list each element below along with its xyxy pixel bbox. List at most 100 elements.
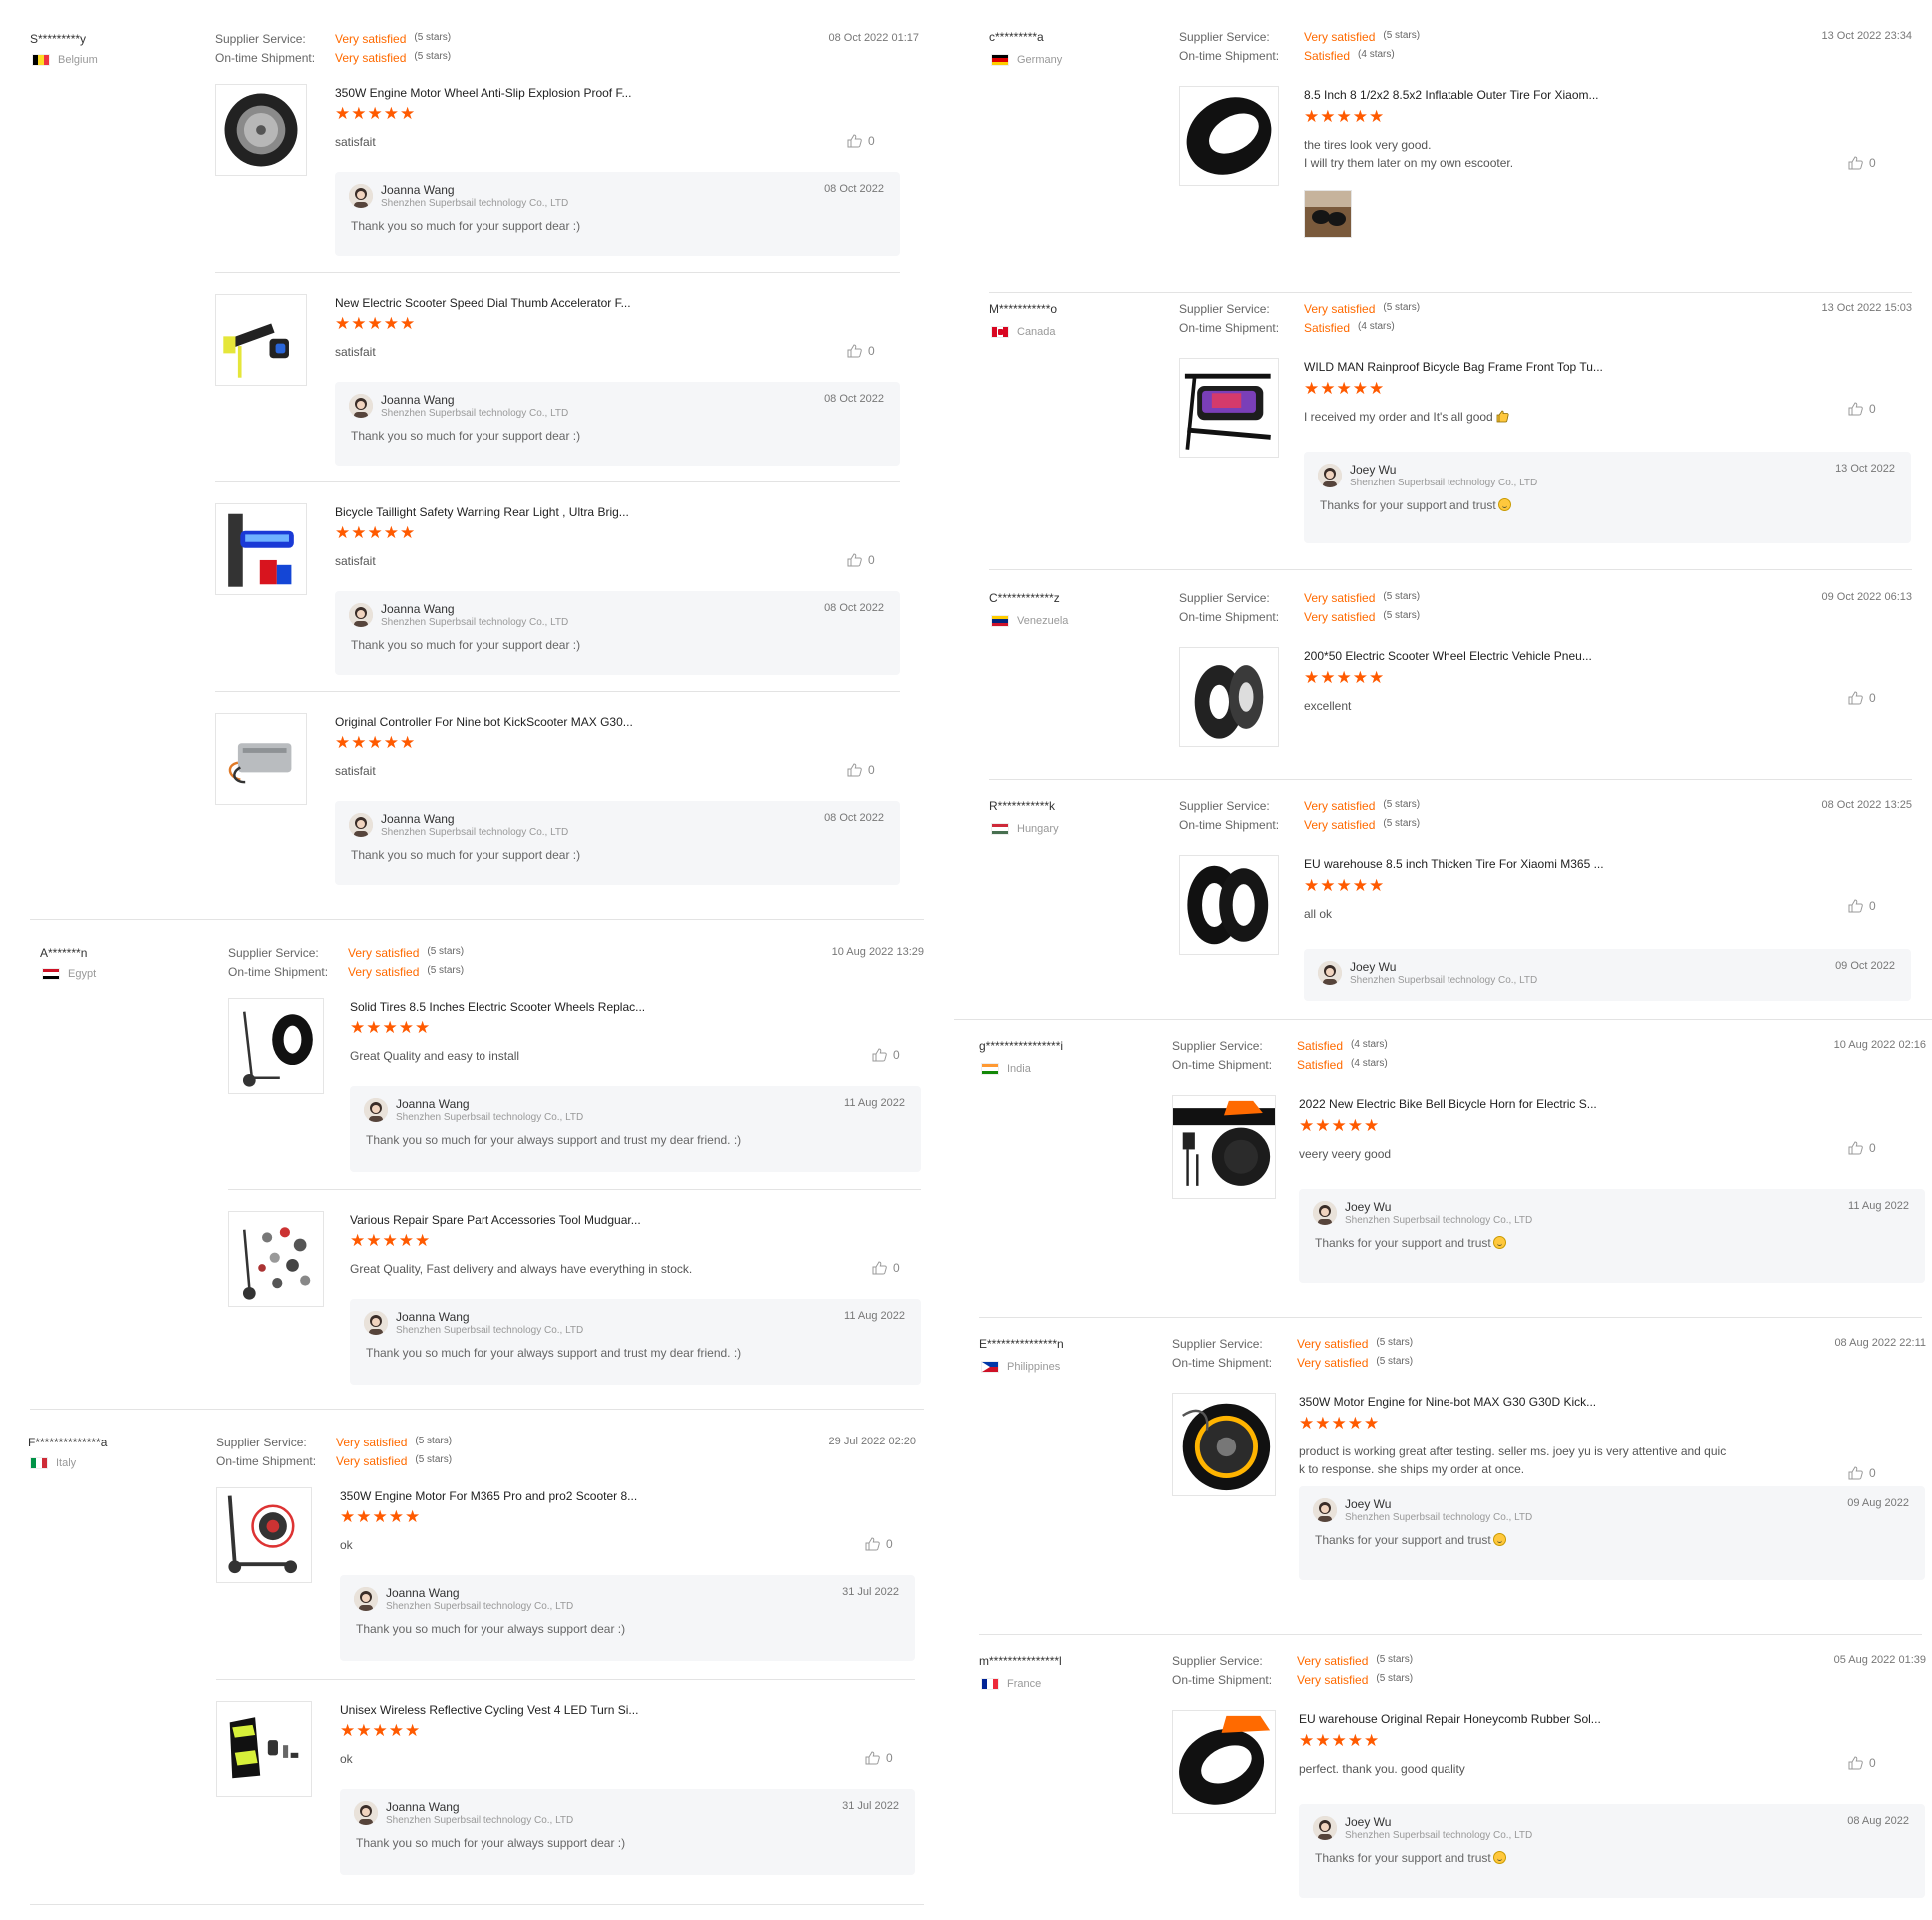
like-button[interactable]: 0: [865, 1537, 893, 1551]
ontime-shipment-label: On-time Shipment:: [228, 965, 329, 979]
like-button[interactable]: 0: [1848, 156, 1876, 170]
product-title[interactable]: 350W Motor Engine for Nine-bot MAX G30 G…: [1299, 1395, 1596, 1409]
product-title[interactable]: New Electric Scooter Speed Dial Thumb Ac…: [335, 296, 631, 310]
like-button[interactable]: 0: [872, 1048, 900, 1062]
rating-stars: ★★★★★: [1304, 107, 1386, 126]
like-button[interactable]: 0: [847, 134, 875, 148]
supplier-service-rating: Supplier Service: Very satisfied (5 stars): [1172, 1654, 1413, 1668]
thumbs-up-icon[interactable]: [872, 1261, 887, 1275]
like-button[interactable]: 0: [1848, 899, 1876, 913]
ontime-shipment-stars: (4 stars): [1358, 321, 1395, 332]
buyer-name: A*******n: [40, 946, 88, 960]
thumbs-up-icon[interactable]: [865, 1537, 880, 1551]
supplier-service-label: Supplier Service:: [1179, 302, 1270, 316]
thumbs-up-icon[interactable]: [1848, 1466, 1863, 1480]
spare-parts-thumbnail[interactable]: [228, 1211, 324, 1307]
g30-motor-thumbnail[interactable]: [1172, 1393, 1276, 1496]
rating-stars: ★★★★★: [1299, 1116, 1381, 1135]
thumbs-up-icon[interactable]: [847, 134, 862, 148]
rating-stars: ★★★★★: [1299, 1414, 1381, 1433]
product-title[interactable]: EU warehouse 8.5 inch Thicken Tire For X…: [1304, 857, 1604, 871]
ontime-shipment-value: Very satisfied: [336, 1454, 408, 1468]
outer-tire-thumbnail[interactable]: [1179, 86, 1279, 186]
supplier-service-label: Supplier Service:: [1179, 591, 1270, 605]
buyer-country: Hungary: [991, 823, 1059, 835]
scooter-wheel-thumbnail[interactable]: [1179, 647, 1279, 747]
like-button[interactable]: 0: [847, 763, 875, 777]
like-button[interactable]: 0: [1848, 402, 1876, 416]
thumbs-up-icon[interactable]: [1848, 691, 1863, 705]
thumbs-up-icon[interactable]: [865, 1751, 880, 1765]
thumbs-up-icon[interactable]: [847, 763, 862, 777]
product-title[interactable]: 200*50 Electric Scooter Wheel Electric V…: [1304, 649, 1592, 663]
scooter-motor-thumbnail[interactable]: [216, 1487, 312, 1583]
avatar: [1313, 1816, 1337, 1840]
like-button[interactable]: 0: [1848, 1466, 1876, 1480]
thumbs-up-icon[interactable]: [872, 1048, 887, 1062]
thumbs-up-icon[interactable]: [1848, 899, 1863, 913]
product-title[interactable]: 8.5 Inch 8 1/2x2 8.5x2 Inflatable Outer …: [1304, 88, 1599, 102]
supplier-service-label: Supplier Service:: [1179, 799, 1270, 813]
product-title[interactable]: 2022 New Electric Bike Bell Bicycle Horn…: [1299, 1097, 1597, 1111]
honeycomb-tire-thumbnail[interactable]: [1172, 1710, 1276, 1814]
supplier-service-stars: (5 stars): [1383, 302, 1421, 313]
thumb-accelerator-thumbnail[interactable]: [215, 294, 307, 386]
like-button[interactable]: 0: [872, 1261, 900, 1275]
buyer-name: g****************i: [979, 1039, 1064, 1053]
motor-wheel-thumbnail[interactable]: [215, 84, 307, 176]
product-title[interactable]: Bicycle Taillight Safety Warning Rear Li…: [335, 505, 629, 519]
smile-emoji-icon: [1492, 1533, 1506, 1546]
buyer-name: C************z: [989, 591, 1060, 605]
product-title[interactable]: 350W Engine Motor For M365 Pro and pro2 …: [340, 1489, 637, 1503]
bicycle-bag-thumbnail[interactable]: [1179, 358, 1279, 458]
buyer-country: Belgium: [32, 54, 98, 66]
controller-thumbnail[interactable]: [215, 713, 307, 805]
review-text: satisfait: [335, 764, 376, 778]
reply-message: Thank you so much for your always suppor…: [356, 1622, 625, 1636]
country-name: Philippines: [1007, 1361, 1061, 1373]
divider: [216, 1679, 915, 1680]
country-name: Germany: [1017, 54, 1063, 66]
thumbs-up-icon[interactable]: [1848, 402, 1863, 416]
smile-emoji-icon: [1492, 1236, 1506, 1249]
thumbs-up-icon[interactable]: [1848, 1141, 1863, 1155]
like-button[interactable]: 0: [847, 553, 875, 567]
thumbs-up-icon[interactable]: [1848, 156, 1863, 170]
review-text: excellent: [1304, 699, 1352, 713]
buyer-name: m***************l: [979, 1654, 1062, 1668]
like-button[interactable]: 0: [1848, 691, 1876, 705]
taillight-thumbnail[interactable]: [215, 503, 307, 595]
seller-company: Shenzhen Superbsail technology Co., LTD: [1350, 975, 1538, 986]
seller-company: Shenzhen Superbsail technology Co., LTD: [381, 198, 569, 209]
bike-horn-thumbnail[interactable]: [1172, 1095, 1276, 1199]
buyer-photo-thumbnail[interactable]: [1304, 190, 1352, 238]
like-button[interactable]: 0: [1848, 1141, 1876, 1155]
product-title[interactable]: Various Repair Spare Part Accessories To…: [350, 1213, 641, 1227]
product-title[interactable]: 350W Engine Motor Wheel Anti-Slip Explos…: [335, 86, 631, 100]
product-title[interactable]: Solid Tires 8.5 Inches Electric Scooter …: [350, 1000, 645, 1014]
thicken-tire-thumbnail[interactable]: [1179, 855, 1279, 955]
country-name: France: [1007, 1678, 1042, 1690]
product-title[interactable]: WILD MAN Rainproof Bicycle Bag Frame Fro…: [1304, 360, 1603, 374]
thumbs-up-icon[interactable]: [847, 553, 862, 567]
like-button[interactable]: 0: [1848, 1756, 1876, 1770]
product-title[interactable]: Original Controller For Nine bot KickSco…: [335, 715, 633, 729]
solid-tire-thumbnail[interactable]: [228, 998, 324, 1094]
like-button[interactable]: 0: [865, 1751, 893, 1765]
like-button[interactable]: 0: [847, 344, 875, 358]
seller-company: Shenzhen Superbsail technology Co., LTD: [1345, 1830, 1533, 1841]
product-title[interactable]: Unisex Wireless Reflective Cycling Vest …: [340, 1703, 638, 1717]
product-title[interactable]: EU warehouse Original Repair Honeycomb R…: [1299, 1712, 1601, 1726]
review-date: 13 Oct 2022 23:34: [1821, 30, 1912, 42]
ontime-shipment-label: On-time Shipment:: [1172, 1058, 1273, 1072]
review-date: 29 Jul 2022 02:20: [828, 1436, 916, 1447]
reply-message: Thanks for your support and trust: [1315, 1851, 1506, 1865]
thumbs-up-icon[interactable]: [847, 344, 862, 358]
supplier-service-value: Very satisfied: [1304, 799, 1376, 813]
avatar: [1313, 1498, 1337, 1522]
ontime-shipment-value: Very satisfied: [1297, 1673, 1369, 1687]
supplier-service-rating: Supplier Service: Satisfied (4 stars): [1172, 1039, 1388, 1053]
thumbs-up-icon[interactable]: [1848, 1756, 1863, 1770]
smile-emoji-icon: [1497, 498, 1511, 511]
cycling-vest-thumbnail[interactable]: [216, 1701, 312, 1797]
